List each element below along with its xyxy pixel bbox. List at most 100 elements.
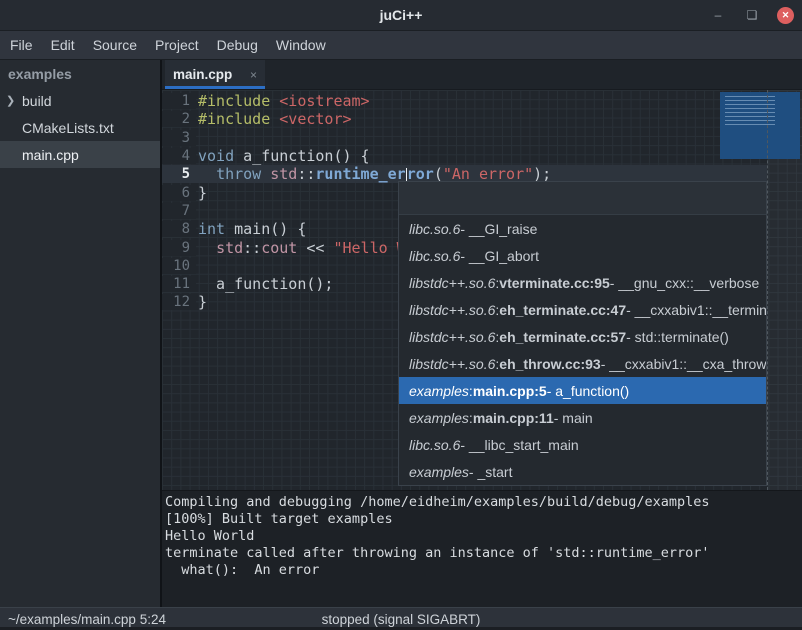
frame-module: examples xyxy=(409,410,469,426)
chevron-right-icon[interactable]: ❯ xyxy=(6,94,20,107)
code-token: << xyxy=(297,239,333,257)
tree-item-build[interactable]: ❯build xyxy=(0,87,160,114)
file-tree-sidebar: examples ❯buildCMakeLists.txtmain.cpp xyxy=(0,60,162,607)
code-editor[interactable]: 1#include <iostream>2#include <vector>34… xyxy=(162,90,802,490)
frame-function: - __GI_raise xyxy=(460,221,537,237)
titlebar[interactable]: juCi++ – ❏ ✕ xyxy=(0,0,802,31)
code-line[interactable]: 2#include <vector> xyxy=(162,110,802,128)
code-token: int xyxy=(198,220,225,238)
code-token xyxy=(270,110,279,128)
window-controls: – ❏ ✕ xyxy=(709,0,794,30)
terminal-line: Compiling and debugging /home/eidheim/ex… xyxy=(165,494,802,511)
backtrace-frame[interactable]: libc.so.6 - __GI_raise xyxy=(399,215,766,242)
frame-function: - __gnu_cxx::__verbose xyxy=(610,275,759,291)
line-number: 9 xyxy=(162,240,196,256)
menu-item-window[interactable]: Window xyxy=(267,32,335,59)
backtrace-frame[interactable]: examples:main.cpp:11 - main xyxy=(399,404,766,431)
frame-file-line: eh_throw.cc:93 xyxy=(499,356,600,372)
backtrace-popup-header xyxy=(399,182,766,215)
code-token xyxy=(198,165,216,183)
code-line-text: std::cout << "Hello W xyxy=(196,239,406,257)
line-number: 1 xyxy=(162,93,196,109)
frame-file-line: vterminate.cc:95 xyxy=(499,275,610,291)
tree-item-main-cpp[interactable]: main.cpp xyxy=(0,141,160,168)
frame-file-line: eh_terminate.cc:57 xyxy=(499,329,626,345)
code-token: std xyxy=(216,239,243,257)
line-number: 5 xyxy=(162,166,196,182)
menu-bar: FileEditSourceProjectDebugWindow xyxy=(0,31,802,60)
frame-function: - __GI_abort xyxy=(460,248,539,264)
frame-module: libstdc++.so.6 xyxy=(409,302,495,318)
backtrace-frame[interactable]: libc.so.6 - __GI_abort xyxy=(399,242,766,269)
active-tab-indicator xyxy=(165,86,265,89)
line-number: 7 xyxy=(162,203,196,219)
code-line[interactable]: 1#include <iostream> xyxy=(162,92,802,110)
code-line-text: a_function(); xyxy=(196,275,333,293)
backtrace-frame[interactable]: libc.so.6 - __libc_start_main xyxy=(399,431,766,458)
menu-item-edit[interactable]: Edit xyxy=(42,32,84,59)
code-token: std xyxy=(270,165,297,183)
terminal-line: Hello World xyxy=(165,528,802,545)
line-number: 10 xyxy=(162,258,196,274)
code-line-text: void a_function() { xyxy=(196,147,370,165)
frame-module: examples xyxy=(409,464,469,480)
line-number: 2 xyxy=(162,111,196,127)
app-window: juCi++ – ❏ ✕ FileEditSourceProjectDebugW… xyxy=(0,0,802,630)
code-token: throw xyxy=(216,165,261,183)
project-name-header: examples xyxy=(0,60,160,87)
frame-file-line: main.cpp:5 xyxy=(473,383,547,399)
frame-file-line: main.cpp:11 xyxy=(473,410,554,426)
content-area: examples ❯buildCMakeLists.txtmain.cpp ma… xyxy=(0,60,802,607)
code-token: "Hello W xyxy=(333,239,405,257)
line-number: 3 xyxy=(162,130,196,146)
code-line[interactable]: 3 xyxy=(162,129,802,147)
code-token: <iostream> xyxy=(279,92,369,110)
code-token: :: xyxy=(243,239,261,257)
menu-item-debug[interactable]: Debug xyxy=(208,32,267,59)
tree-item-label: main.cpp xyxy=(22,147,79,163)
code-line-text: } xyxy=(196,293,207,311)
backtrace-frame[interactable]: libstdc++.so.6:eh_throw.cc:93 - __cxxabi… xyxy=(399,350,766,377)
backtrace-frame[interactable]: libstdc++.so.6:eh_terminate.cc:57 - std:… xyxy=(399,323,766,350)
frame-function: - main xyxy=(554,410,593,426)
line-number: 11 xyxy=(162,276,196,292)
frame-file-line: eh_terminate.cc:47 xyxy=(499,302,626,318)
tree-item-cmakelists-txt[interactable]: CMakeLists.txt xyxy=(0,114,160,141)
output-terminal[interactable]: Compiling and debugging /home/eidheim/ex… xyxy=(162,490,802,607)
tab-label: main.cpp xyxy=(173,67,232,82)
code-token: a_function(); xyxy=(198,275,333,293)
code-token: void xyxy=(198,147,234,165)
frame-function: - __cxxabiv1::__cxa_throw xyxy=(601,356,766,372)
backtrace-frame[interactable]: examples:main.cpp:5 - a_function() xyxy=(399,377,766,404)
menu-item-file[interactable]: File xyxy=(1,32,42,59)
line-number: 12 xyxy=(162,294,196,310)
frame-module: libc.so.6 xyxy=(409,248,460,264)
code-line-text: } xyxy=(196,184,207,202)
line-number: 4 xyxy=(162,148,196,164)
code-token: a_function() { xyxy=(234,147,369,165)
tab-main-cpp[interactable]: main.cpp × xyxy=(165,60,265,89)
status-bar: ~/examples/main.cpp 5:24 stopped (signal… xyxy=(0,607,802,630)
close-icon[interactable]: ✕ xyxy=(777,7,794,24)
frame-module: libstdc++.so.6 xyxy=(409,329,495,345)
status-debug-state: stopped (signal SIGABRT) xyxy=(0,612,802,627)
backtrace-frame[interactable]: libstdc++.so.6:vterminate.cc:95 - __gnu_… xyxy=(399,269,766,296)
code-line[interactable]: 4void a_function() { xyxy=(162,147,802,165)
code-token: :: xyxy=(297,165,315,183)
frame-function: - __cxxabiv1::__termina xyxy=(626,302,766,318)
restore-icon[interactable]: ❏ xyxy=(743,6,761,24)
tab-close-icon[interactable]: × xyxy=(250,68,257,82)
overview-minimap[interactable] xyxy=(720,92,800,159)
terminal-line: what(): An error xyxy=(165,562,802,579)
menu-item-project[interactable]: Project xyxy=(146,32,208,59)
window-title: juCi++ xyxy=(380,7,423,23)
tree-item-label: build xyxy=(22,93,52,109)
minimize-icon[interactable]: – xyxy=(709,6,727,24)
backtrace-popup: libc.so.6 - __GI_raiselibc.so.6 - __GI_a… xyxy=(398,181,767,486)
backtrace-frame[interactable]: examples - _start xyxy=(399,458,766,485)
code-token xyxy=(261,165,270,183)
backtrace-frame[interactable]: libstdc++.so.6:eh_terminate.cc:47 - __cx… xyxy=(399,296,766,323)
menu-item-source[interactable]: Source xyxy=(84,32,146,59)
code-token xyxy=(198,239,216,257)
terminal-line: terminate called after throwing an insta… xyxy=(165,545,802,562)
